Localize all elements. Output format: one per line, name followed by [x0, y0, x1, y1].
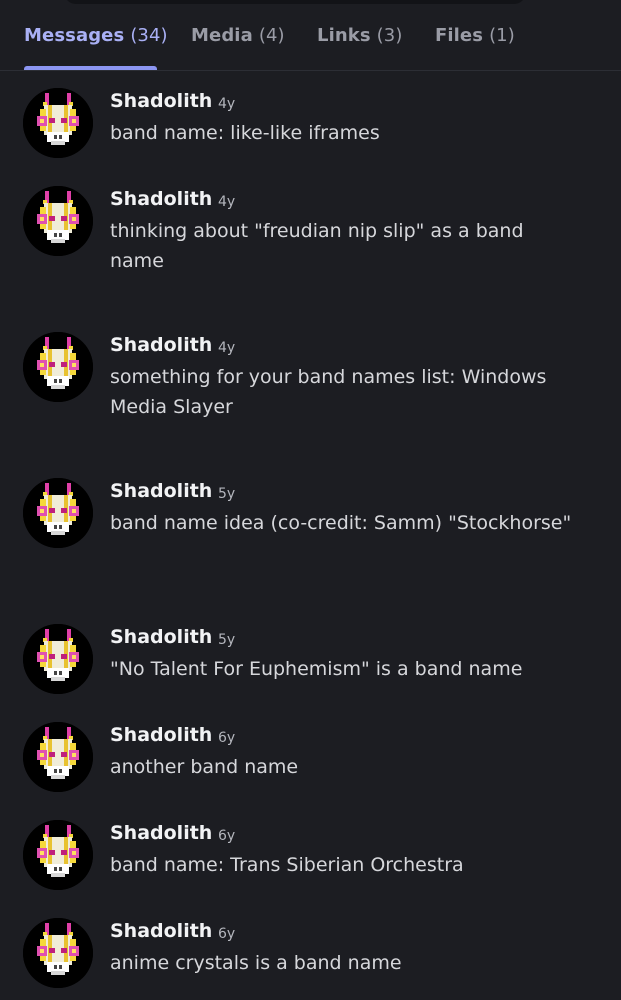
list-item[interactable]: Shadolith 6y band name: Trans Siberian O…: [0, 820, 621, 900]
pixel-mask-avatar-icon[interactable]: [23, 918, 93, 988]
tab-messages-count: (34): [130, 25, 168, 46]
message-content: band name idea (co-credit: Samm) "Stockh…: [110, 512, 572, 534]
tab-media[interactable]: Media (4): [191, 25, 285, 49]
tab-files-count: (1): [489, 25, 515, 46]
pixel-mask-avatar-icon[interactable]: [23, 332, 93, 402]
message-author[interactable]: Shadolith: [110, 626, 212, 648]
message-author[interactable]: Shadolith: [110, 920, 212, 942]
tab-media-count: (4): [258, 25, 285, 46]
message-timestamp: 4y: [218, 194, 236, 210]
message-timestamp: 4y: [218, 340, 236, 356]
list-item[interactable]: Shadolith 6y another band name: [0, 722, 621, 802]
message-content: band name: like-like iframes: [110, 122, 380, 144]
list-item[interactable]: Shadolith 6y anime crystals is a band na…: [0, 918, 621, 998]
message-timestamp: 6y: [218, 828, 236, 844]
message-content: another band name: [110, 756, 299, 778]
message-content: band name: Trans Siberian Orchestra: [110, 854, 464, 876]
pixel-mask-avatar-icon[interactable]: [23, 186, 93, 256]
tab-bar: Messages (34) Media (4) Links (3) Files (1): [0, 0, 621, 71]
pixel-mask-avatar-icon[interactable]: [23, 624, 93, 694]
tab-messages[interactable]: Messages (34): [24, 25, 168, 49]
pixel-mask-avatar-icon[interactable]: [23, 820, 93, 890]
list-item[interactable]: Shadolith 4y something for your band nam…: [0, 332, 621, 442]
message-timestamp: 5y: [218, 486, 236, 502]
list-item[interactable]: Shadolith 4y band name: like-like iframe…: [0, 88, 621, 168]
list-item[interactable]: Shadolith 4y thinking about "freudian ni…: [0, 186, 621, 296]
message-results-list: Shadolith 4y band name: like-like iframe…: [0, 72, 621, 1000]
message-author[interactable]: Shadolith: [110, 188, 212, 210]
list-item[interactable]: Shadolith 5y band name idea (co-credit: …: [0, 478, 621, 588]
message-author[interactable]: Shadolith: [110, 724, 212, 746]
message-author[interactable]: Shadolith: [110, 90, 212, 112]
tab-links-label: Links: [317, 25, 371, 46]
message-timestamp: 6y: [218, 730, 236, 746]
tab-links[interactable]: Links (3): [317, 25, 402, 49]
message-content: anime crystals is a band name: [110, 952, 402, 974]
message-content: thinking about "freudian nip slip" as a …: [110, 220, 524, 272]
list-item[interactable]: Shadolith 5y "No Talent For Euphemism" i…: [0, 624, 621, 704]
tab-links-count: (3): [376, 25, 403, 46]
tab-messages-label: Messages: [24, 25, 125, 46]
active-tab-indicator: [24, 66, 157, 70]
message-timestamp: 5y: [218, 632, 236, 648]
message-author[interactable]: Shadolith: [110, 480, 212, 502]
pixel-mask-avatar-icon[interactable]: [23, 88, 93, 158]
message-content: something for your band names list: Wind…: [110, 366, 547, 418]
tab-files[interactable]: Files (1): [435, 25, 515, 49]
pixel-mask-avatar-icon[interactable]: [23, 722, 93, 792]
message-timestamp: 4y: [218, 96, 236, 112]
pixel-mask-avatar-icon[interactable]: [23, 478, 93, 548]
message-content: "No Talent For Euphemism" is a band name: [110, 658, 523, 680]
message-author[interactable]: Shadolith: [110, 334, 212, 356]
tab-files-label: Files: [435, 25, 484, 46]
message-timestamp: 6y: [218, 926, 236, 942]
message-author[interactable]: Shadolith: [110, 822, 212, 844]
tab-media-label: Media: [191, 25, 253, 46]
